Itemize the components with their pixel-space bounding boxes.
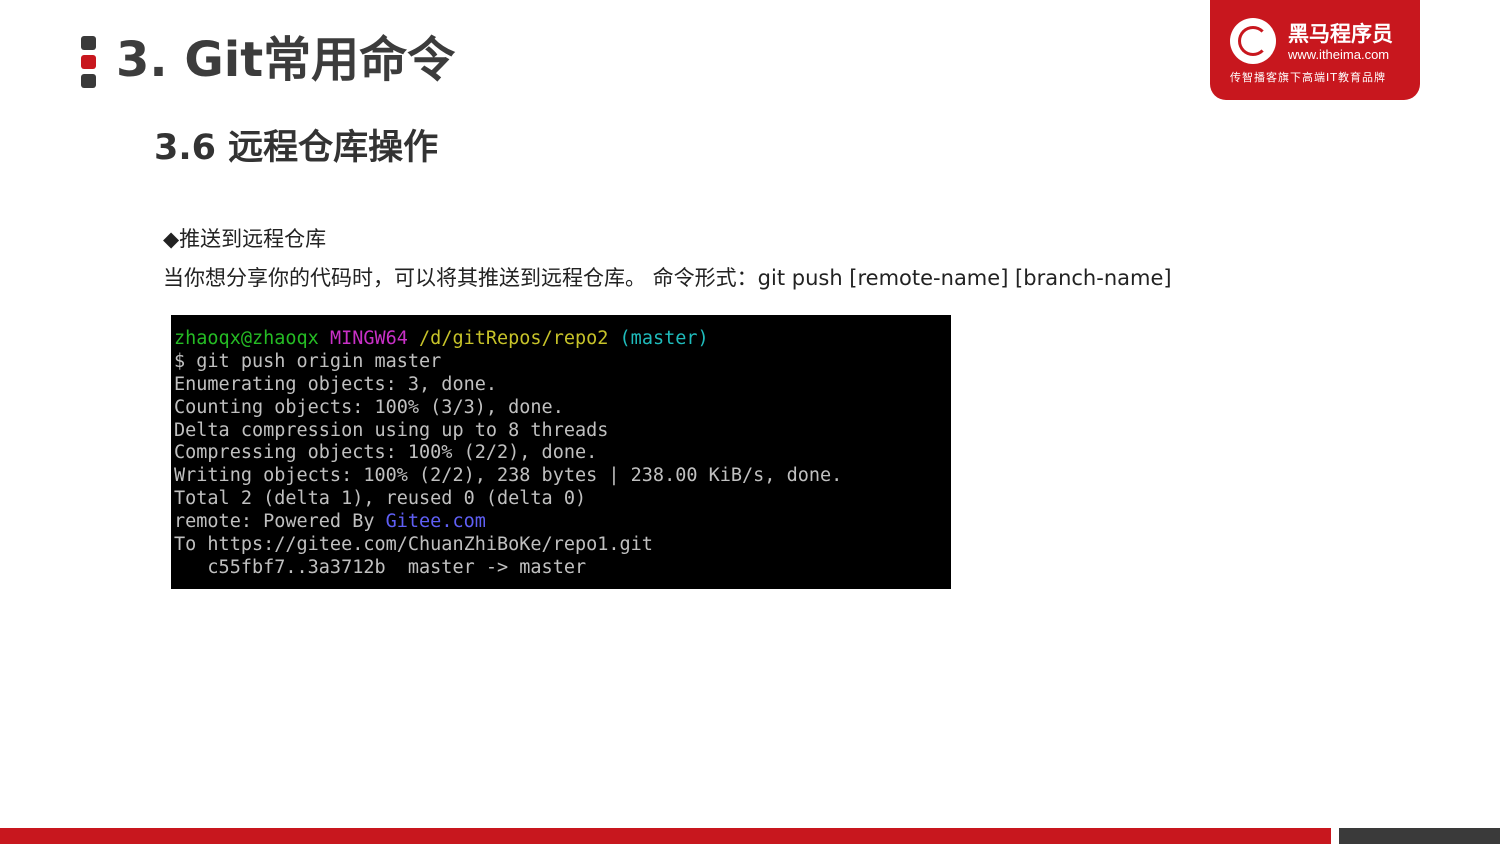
terminal-line: $ git push origin master [174, 350, 442, 372]
terminal-line: To https://gitee.com/ChuanZhiBoKe/repo1.… [174, 534, 653, 556]
prompt-user: zhaoqx@zhaoqx [174, 328, 319, 349]
terminal-line: Delta compression using up to 8 threads [174, 419, 609, 441]
marker-block-top [81, 36, 96, 50]
prompt-system: MINGW64 [329, 328, 408, 349]
footer-bar-red [0, 828, 1331, 844]
marker-block-bottom [81, 74, 96, 88]
prompt-path: /d/gitRepos/repo2 [419, 328, 609, 349]
terminal-line: Writing objects: 100% (2/2), 238 bytes |… [174, 465, 843, 487]
marker-block-middle [81, 55, 96, 69]
page-title: 3. Git常用命令 [116, 32, 456, 88]
horse-logo-icon [1230, 18, 1276, 64]
logo-tagline: 传智播客旗下高端IT教育品牌 [1230, 71, 1386, 84]
title-marker [81, 36, 96, 88]
bullet-heading: ◆推送到远程仓库 [163, 227, 327, 251]
terminal-line: Counting objects: 100% (3/3), done. [174, 396, 564, 418]
section-title: 3.6 远程仓库操作 [154, 128, 439, 168]
gitee-link: Gitee.com [385, 511, 486, 533]
footer-bar-gray [1339, 828, 1500, 844]
terminal-line: c55fbf7..3a3712b master -> master [174, 556, 587, 578]
terminal-line: Compressing objects: 100% (2/2), done. [174, 442, 598, 464]
description-text: 当你想分享你的代码时，可以将其推送到远程仓库。 命令形式：git push [r… [163, 266, 1172, 290]
terminal-screenshot: zhaoqx@zhaoqx MINGW64 /d/gitRepos/repo2 … [171, 315, 951, 589]
terminal-remote-line: remote: Powered By Gitee.com [174, 511, 951, 534]
logo-name: 黑马程序员 [1288, 22, 1393, 46]
terminal-line: Total 2 (delta 1), reused 0 (delta 0) [174, 488, 587, 510]
terminal-prompt-line: zhaoqx@zhaoqx MINGW64 /d/gitRepos/repo2 … [174, 328, 951, 351]
logo-url: www.itheima.com [1288, 47, 1390, 62]
terminal-line: Enumerating objects: 3, done. [174, 373, 498, 395]
brand-logo: 黑马程序员 www.itheima.com 传智播客旗下高端IT教育品牌 [1210, 0, 1420, 100]
remote-prefix: remote: Powered By [174, 511, 386, 533]
prompt-branch: (master) [619, 328, 709, 349]
